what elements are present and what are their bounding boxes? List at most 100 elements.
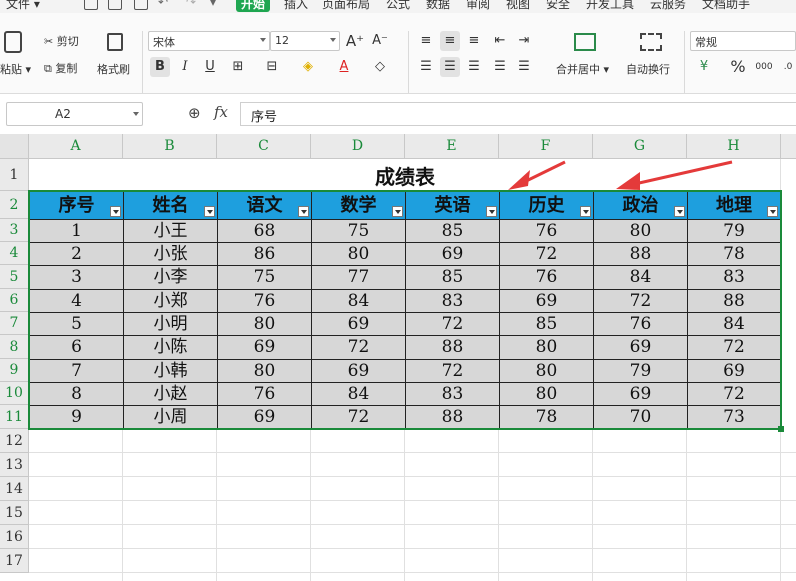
row-header-13[interactable]: 13 [0, 453, 29, 477]
filter-dropdown-icon[interactable] [674, 206, 685, 217]
row-header-5[interactable]: 5 [0, 265, 29, 289]
table-cell[interactable]: 68 [217, 219, 312, 243]
align-left-icon[interactable]: ☰ [416, 57, 436, 77]
borders-icon[interactable]: ⊞ [228, 57, 248, 77]
redo-icon[interactable]: ↷ [186, 0, 196, 9]
align-center-icon[interactable]: ☰ [440, 57, 460, 77]
tab-page-layout[interactable]: 页面布局 [322, 0, 370, 12]
paste-button[interactable]: 粘贴 ▾ [0, 61, 31, 77]
column-header-i[interactable] [781, 134, 796, 159]
table-cell[interactable]: 83 [405, 289, 500, 313]
filter-dropdown-icon[interactable] [486, 206, 497, 217]
row-header-2[interactable]: 2 [0, 191, 29, 219]
row-header-12[interactable]: 12 [0, 429, 29, 453]
header-cell[interactable]: 历史 [499, 191, 594, 220]
fill-color-icon[interactable]: ◈ [298, 57, 318, 77]
filter-dropdown-icon[interactable] [392, 206, 403, 217]
tab-view[interactable]: 视图 [506, 0, 530, 12]
wrap-text-icon[interactable] [640, 33, 662, 51]
undo-icon[interactable]: ↶ [158, 0, 168, 9]
align-top-icon[interactable]: ≡ [416, 31, 436, 51]
table-cell[interactable]: 小陈 [123, 335, 218, 360]
table-cell[interactable]: 6 [29, 335, 124, 360]
table-cell[interactable]: 84 [593, 265, 688, 290]
header-cell[interactable]: 政治 [593, 191, 688, 220]
fill-handle[interactable] [778, 426, 784, 432]
tab-cloud[interactable]: 云服务 [650, 0, 686, 12]
table-cell[interactable]: 小明 [123, 312, 218, 336]
table-cell[interactable]: 83 [687, 265, 781, 290]
filter-dropdown-icon[interactable] [580, 206, 591, 217]
underline-button[interactable]: U [200, 57, 220, 77]
table-cell[interactable]: 85 [405, 265, 500, 290]
table-cell[interactable]: 69 [311, 312, 406, 336]
table-cell[interactable]: 69 [593, 335, 688, 360]
row-header-1[interactable]: 1 [0, 159, 29, 191]
tab-formulas[interactable]: 公式 [386, 0, 410, 12]
table-cell[interactable]: 79 [593, 359, 688, 383]
save-icon[interactable] [84, 0, 98, 10]
table-cell[interactable]: 69 [593, 382, 688, 406]
bold-button[interactable]: B [150, 57, 170, 77]
table-cell[interactable]: 80 [593, 219, 688, 243]
table-cell[interactable]: 84 [311, 382, 406, 406]
filter-dropdown-icon[interactable] [110, 206, 121, 217]
merge-center-button[interactable]: 合并居中 ▾ [556, 61, 609, 77]
tab-review[interactable]: 审阅 [466, 0, 490, 12]
table-cell[interactable]: 75 [311, 219, 406, 243]
number-format-select[interactable]: 常规 [690, 31, 796, 51]
tab-developer[interactable]: 开发工具 [586, 0, 634, 12]
decrease-indent-icon[interactable]: ⇤ [490, 31, 510, 51]
formula-input[interactable]: 序号 [240, 102, 796, 126]
table-cell[interactable]: 69 [405, 242, 500, 266]
currency-icon[interactable]: ¥ [694, 57, 714, 77]
cell-style-icon[interactable]: ⊟ [262, 57, 282, 77]
table-cell[interactable]: 7 [29, 359, 124, 383]
print-preview-icon[interactable] [134, 0, 148, 10]
name-box[interactable]: A2 [6, 102, 143, 126]
header-cell[interactable]: 地理 [687, 191, 781, 220]
header-cell[interactable]: 语文 [217, 191, 312, 220]
function-button[interactable]: fx [214, 103, 228, 121]
thousands-separator-button[interactable]: 000 [754, 57, 774, 77]
table-cell[interactable]: 88 [687, 289, 781, 313]
table-cell[interactable]: 88 [405, 335, 500, 360]
table-cell[interactable]: 小韩 [123, 359, 218, 383]
table-cell[interactable]: 72 [405, 359, 500, 383]
row-header-15[interactable]: 15 [0, 501, 29, 525]
table-cell[interactable]: 76 [499, 219, 594, 243]
align-right-icon[interactable]: ☰ [464, 57, 484, 77]
cut-button[interactable]: ✂ 剪切 [44, 33, 79, 49]
table-cell[interactable]: 84 [687, 312, 781, 336]
percent-button[interactable]: % [728, 57, 748, 77]
row-header-11[interactable]: 11 [0, 405, 29, 429]
format-painter-button[interactable]: 格式刷 [97, 61, 130, 77]
format-painter-icon[interactable] [107, 33, 123, 51]
table-cell[interactable]: 5 [29, 312, 124, 336]
table-cell[interactable]: 72 [311, 405, 406, 429]
column-header-d[interactable]: D [311, 134, 405, 159]
increase-indent-icon[interactable]: ⇥ [514, 31, 534, 51]
print-icon[interactable] [108, 0, 122, 10]
table-cell[interactable]: 小张 [123, 242, 218, 266]
tab-data[interactable]: 数据 [426, 0, 450, 12]
table-cell[interactable]: 76 [217, 289, 312, 313]
table-cell[interactable]: 80 [217, 359, 312, 383]
table-cell[interactable]: 77 [311, 265, 406, 290]
row-header-7[interactable]: 7 [0, 312, 29, 335]
header-cell[interactable]: 英语 [405, 191, 500, 220]
table-cell[interactable]: 76 [593, 312, 688, 336]
row-header-4[interactable]: 4 [0, 242, 29, 265]
table-cell[interactable]: 小李 [123, 265, 218, 290]
table-cell[interactable]: 1 [29, 219, 124, 243]
table-cell[interactable]: 72 [687, 335, 781, 360]
table-cell[interactable]: 78 [687, 242, 781, 266]
column-header-e[interactable]: E [405, 134, 499, 159]
table-cell[interactable]: 69 [217, 335, 312, 360]
row-header-6[interactable]: 6 [0, 289, 29, 312]
table-cell[interactable]: 70 [593, 405, 688, 429]
table-cell[interactable]: 85 [405, 219, 500, 243]
table-cell[interactable]: 小王 [123, 219, 218, 243]
distributed-icon[interactable]: ☰ [514, 57, 534, 77]
table-cell[interactable]: 72 [405, 312, 500, 336]
